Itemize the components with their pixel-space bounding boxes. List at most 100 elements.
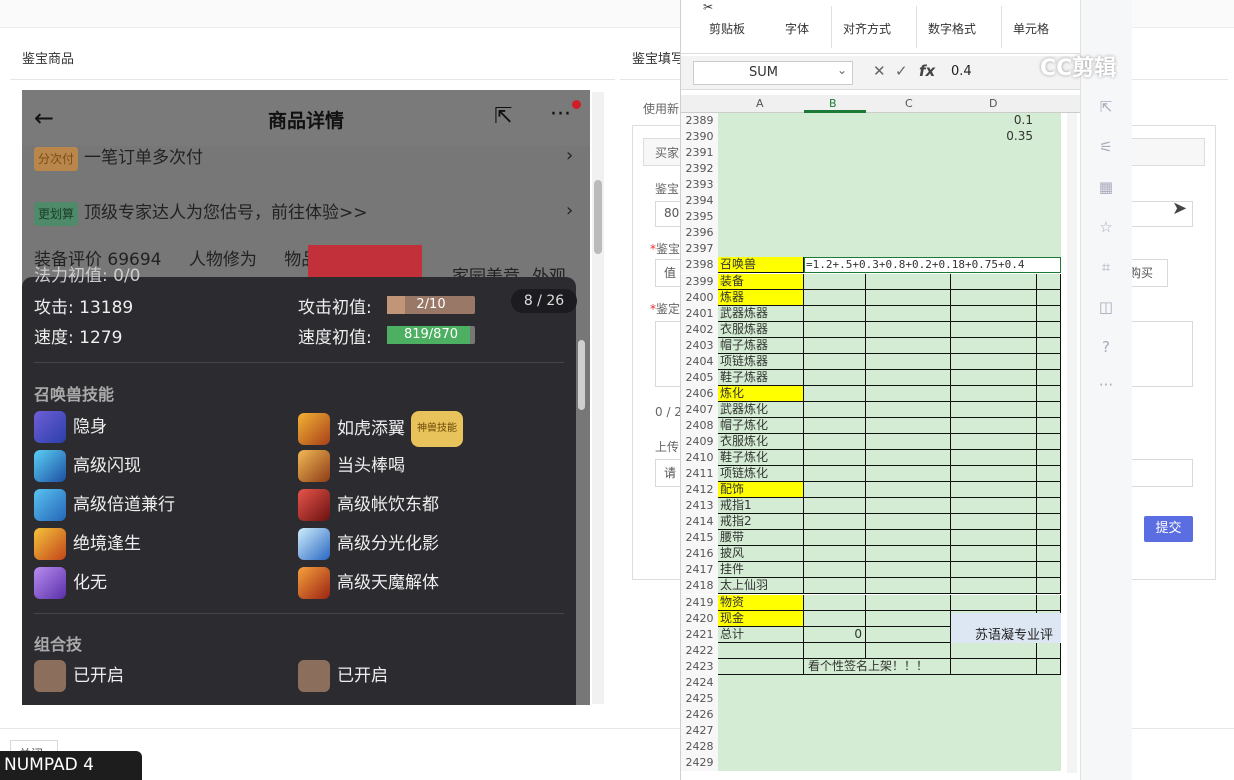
cell-d[interactable] <box>951 658 1037 675</box>
cell-a[interactable]: 戒指2 <box>718 514 804 531</box>
row-number[interactable]: 2411 <box>681 466 718 483</box>
row-number[interactable]: 2405 <box>681 369 718 386</box>
cell-b[interactable] <box>804 321 866 338</box>
cell-a[interactable] <box>718 658 804 675</box>
row-number[interactable]: 2427 <box>681 722 718 739</box>
row-number[interactable]: 2410 <box>681 450 718 467</box>
row-number[interactable]: 2419 <box>681 594 718 611</box>
row-number[interactable]: 2392 <box>681 161 718 178</box>
cell-d[interactable] <box>951 434 1037 450</box>
cell-c[interactable] <box>866 113 951 129</box>
row-number[interactable]: 2409 <box>681 434 718 450</box>
cell-e[interactable] <box>1037 305 1061 322</box>
combo-item[interactable]: 已开启 <box>34 660 124 694</box>
cell-c[interactable] <box>866 562 951 579</box>
chevron-down-icon[interactable]: ⌄ <box>837 63 847 77</box>
cancel-icon[interactable]: ✕ <box>873 62 886 80</box>
tab-cultivation[interactable]: 人物修为 <box>189 250 257 270</box>
cell-b[interactable] <box>804 722 866 739</box>
cell-d[interactable] <box>951 145 1037 162</box>
pin-icon[interactable]: ☆ <box>1095 218 1117 240</box>
row-number[interactable]: 2398 <box>681 257 718 274</box>
row-number[interactable]: 2396 <box>681 225 718 242</box>
cell-a[interactable] <box>718 738 804 755</box>
row-number[interactable]: 2403 <box>681 337 718 354</box>
cell-d[interactable] <box>951 642 1037 659</box>
cell-b[interactable] <box>804 706 866 723</box>
help-icon[interactable]: ? <box>1095 338 1117 360</box>
cell-a[interactable]: 武器炼化 <box>718 401 804 418</box>
cell-d[interactable] <box>951 482 1037 499</box>
cell-a[interactable] <box>718 113 804 129</box>
cell-c[interactable] <box>866 289 951 306</box>
skill-item[interactable]: 高级闪现 <box>34 450 141 484</box>
row-number[interactable]: 2424 <box>681 674 718 691</box>
cell-a[interactable]: 项链炼化 <box>718 466 804 483</box>
cell-e[interactable] <box>1037 562 1061 579</box>
cell-b[interactable] <box>804 690 866 707</box>
cell-a[interactable] <box>718 161 804 178</box>
cell-e[interactable] <box>1037 738 1061 755</box>
cell-c[interactable] <box>866 466 951 483</box>
ribbon-cells[interactable]: 单元格 <box>1013 20 1049 37</box>
row-number[interactable]: 2414 <box>681 514 718 531</box>
cell-e[interactable] <box>1037 434 1061 450</box>
layout-icon[interactable]: ▦ <box>1095 178 1117 200</box>
filter-icon[interactable]: ⚟ <box>1095 138 1117 160</box>
row-number[interactable]: 2412 <box>681 482 718 499</box>
row-number[interactable]: 2429 <box>681 755 718 771</box>
cell-a[interactable]: 衣服炼化 <box>718 434 804 450</box>
skill-item[interactable]: 绝境逢生 <box>34 528 141 562</box>
cell-d[interactable] <box>951 738 1037 755</box>
cell-e[interactable] <box>1037 642 1061 659</box>
row-number[interactable]: 2417 <box>681 562 718 579</box>
cell-a[interactable] <box>718 129 804 146</box>
cell-a[interactable]: 炼化 <box>718 385 804 402</box>
cell-b[interactable] <box>804 225 866 242</box>
cell-a[interactable] <box>718 755 804 771</box>
cell-c[interactable] <box>866 642 951 659</box>
cell-e[interactable] <box>1037 273 1061 290</box>
cell-a[interactable]: 戒指1 <box>718 498 804 515</box>
buyer-tab[interactable]: 买家 <box>655 144 679 161</box>
row-number[interactable]: 2391 <box>681 145 718 162</box>
scrollbar[interactable] <box>592 92 604 704</box>
row-number[interactable]: 2421 <box>681 626 718 643</box>
cell-b[interactable] <box>804 562 866 579</box>
cell-c[interactable] <box>866 353 951 370</box>
row-number[interactable]: 2399 <box>681 273 718 290</box>
cell-c[interactable] <box>866 385 951 402</box>
select-icon[interactable]: ⇱ <box>1095 98 1117 120</box>
scrollbar-thumb[interactable] <box>594 180 602 254</box>
cell-e[interactable] <box>1037 417 1061 434</box>
row-number[interactable]: 2415 <box>681 530 718 547</box>
cell-e[interactable] <box>1037 401 1061 418</box>
cell-b[interactable] <box>804 578 866 595</box>
cell-b[interactable] <box>804 401 866 418</box>
cell-d[interactable] <box>951 417 1037 434</box>
cell-a[interactable]: 装备 <box>718 273 804 290</box>
cell-b[interactable] <box>804 482 866 499</box>
cell-c[interactable] <box>866 578 951 595</box>
cell-a[interactable] <box>718 241 804 258</box>
installment-row[interactable]: 分次付 一笔订单多次付 › <box>22 145 590 197</box>
cell-c[interactable] <box>866 738 951 755</box>
cell-a[interactable] <box>718 642 804 659</box>
row-number[interactable]: 2397 <box>681 241 718 258</box>
cell-b[interactable] <box>804 514 866 531</box>
ribbon-font[interactable]: 字体 <box>785 20 809 37</box>
cell-e[interactable] <box>1037 514 1061 531</box>
cell-c[interactable] <box>866 321 951 338</box>
cell-d[interactable] <box>951 225 1037 242</box>
cell-c[interactable] <box>866 177 951 194</box>
cell-e[interactable] <box>1037 369 1061 386</box>
cell-c[interactable] <box>866 690 951 707</box>
row-number[interactable]: 2401 <box>681 305 718 322</box>
cell-c[interactable] <box>866 193 951 210</box>
row-number[interactable]: 2422 <box>681 642 718 659</box>
cell-a[interactable] <box>718 177 804 194</box>
confirm-icon[interactable]: ✓ <box>895 62 908 80</box>
cell-e[interactable] <box>1037 337 1061 354</box>
cell-d[interactable] <box>951 401 1037 418</box>
cell-d[interactable] <box>951 273 1037 290</box>
